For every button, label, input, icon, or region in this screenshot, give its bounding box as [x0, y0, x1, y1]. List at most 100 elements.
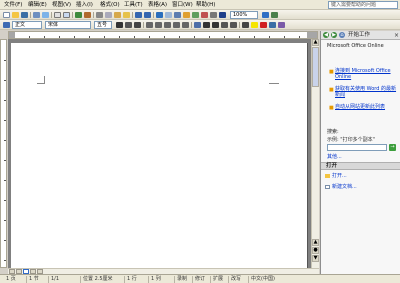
columns-icon[interactable] [192, 12, 199, 18]
status-ext[interactable]: 扩展 [210, 276, 223, 283]
menu-file[interactable]: 文件(F) [4, 1, 22, 9]
new-document-icon[interactable] [3, 12, 10, 18]
hyperlink-icon[interactable] [156, 12, 163, 18]
horizontal-ruler[interactable] [8, 31, 318, 39]
vertical-ruler[interactable] [0, 39, 7, 268]
search-input[interactable] [327, 144, 387, 151]
undo-icon[interactable] [135, 12, 142, 18]
border-icon[interactable] [242, 22, 249, 28]
font-size-select[interactable]: 五号 [94, 21, 112, 29]
new-document-link[interactable]: 新建文档... [325, 184, 357, 190]
scroll-up-icon[interactable]: ▲ [312, 39, 319, 46]
align-center-icon[interactable] [155, 22, 162, 28]
home-icon[interactable]: ⌂ [339, 32, 345, 38]
next-page-icon[interactable]: ▼ [312, 255, 319, 262]
bullet-icon: ■ [329, 69, 334, 75]
drawing-icon[interactable] [201, 12, 208, 18]
read-mode-icon[interactable] [271, 12, 278, 18]
scroll-thumb[interactable] [312, 47, 319, 87]
menu-view[interactable]: 视图(V) [52, 1, 71, 9]
decrease-indent-icon[interactable] [221, 22, 228, 28]
open-folder-icon[interactable] [12, 12, 19, 18]
font-select[interactable]: 宋体 [45, 21, 91, 29]
zoom-select[interactable]: 100% [230, 11, 258, 19]
styles-pane-icon[interactable] [3, 22, 10, 28]
tables-borders-icon[interactable] [165, 12, 172, 18]
news-link[interactable]: 获取有关使用 Word 的最新新闻 [335, 86, 397, 98]
show-hide-icon[interactable] [219, 12, 226, 18]
document-icon [325, 184, 330, 189]
open-document-link[interactable]: 打开... [325, 173, 347, 179]
help-search-input[interactable]: 键入需要帮助的问题 [328, 1, 398, 9]
status-at: 位置 2.5厘米 [80, 276, 113, 283]
menu-bar: 文件(F) 编辑(E) 视图(V) 插入(I) 格式(O) 工具(T) 表格(A… [0, 0, 400, 10]
align-left-icon[interactable] [146, 22, 153, 28]
distributed-icon[interactable] [182, 22, 189, 28]
bold-icon[interactable] [116, 22, 123, 28]
status-rec[interactable]: 录制 [174, 276, 187, 283]
back-icon[interactable]: ◀ [323, 32, 329, 38]
paste-icon[interactable] [114, 12, 121, 18]
browse-object-icon[interactable]: ● [312, 247, 319, 254]
align-right-icon[interactable] [164, 22, 171, 28]
menu-edit[interactable]: 编辑(E) [28, 1, 47, 9]
document-map-icon[interactable] [210, 12, 217, 18]
copy-icon[interactable] [105, 12, 112, 18]
insert-table-icon[interactable] [174, 12, 181, 18]
status-line: 1 行 [124, 276, 137, 283]
italic-icon[interactable] [125, 22, 132, 28]
enclose-characters-icon[interactable] [278, 22, 285, 28]
status-position: 1/1 [48, 276, 59, 283]
formatting-toolbar: 正文 宋体 五号 [0, 20, 400, 30]
cut-icon[interactable] [96, 12, 103, 18]
close-icon[interactable]: × [394, 32, 399, 39]
update-list-link[interactable]: 自动从网站更新此列表 [335, 104, 397, 110]
help-icon[interactable] [262, 12, 269, 18]
document-area [8, 39, 311, 268]
line-spacing-icon[interactable] [194, 22, 201, 28]
document-page[interactable] [11, 43, 308, 268]
justify-icon[interactable] [173, 22, 180, 28]
status-section: 1 节 [26, 276, 39, 283]
task-pane: ◀ ▶ ⌂ 开始工作 × Microsoft Office Online ■ 连… [320, 31, 400, 274]
phonetic-guide-icon[interactable] [269, 22, 276, 28]
research-icon[interactable] [84, 12, 91, 18]
spelling-icon[interactable] [75, 12, 82, 18]
font-color-icon[interactable] [260, 22, 267, 28]
task-pane-title[interactable]: 开始工作 [348, 32, 370, 39]
status-language: 中文(中国) [248, 276, 275, 283]
bullets-icon[interactable] [212, 22, 219, 28]
menu-window[interactable]: 窗口(W) [172, 1, 193, 9]
menu-tools[interactable]: 工具(T) [124, 1, 143, 9]
previous-page-icon[interactable]: ▲ [312, 239, 319, 246]
permission-icon[interactable] [33, 12, 40, 18]
print-preview-icon[interactable] [63, 12, 70, 18]
menu-table[interactable]: 表格(A) [148, 1, 167, 9]
status-ovr[interactable]: 改写 [228, 276, 241, 283]
redo-icon[interactable] [144, 12, 151, 18]
search-label: 搜索: [327, 129, 339, 135]
more-link[interactable]: 其他... [327, 153, 342, 160]
print-icon[interactable] [54, 12, 61, 18]
folder-icon [325, 173, 330, 178]
underline-icon[interactable] [134, 22, 141, 28]
menu-help[interactable]: 帮助(H) [196, 1, 215, 9]
office-online-link[interactable]: 连接到 Microsoft Office Online [335, 68, 397, 80]
vertical-scrollbar[interactable]: ▲ ▲ ● ▼ [311, 39, 319, 268]
status-trk[interactable]: 修订 [192, 276, 205, 283]
email-icon[interactable] [42, 12, 49, 18]
numbering-icon[interactable] [203, 22, 210, 28]
insert-excel-icon[interactable] [183, 12, 190, 18]
go-arrow-icon[interactable]: → [389, 144, 396, 151]
menu-insert[interactable]: 插入(I) [76, 1, 93, 9]
status-page: 1 页 [6, 276, 16, 282]
highlight-icon[interactable] [251, 22, 258, 28]
style-select[interactable]: 正文 [12, 21, 42, 29]
bullet-icon: ■ [329, 87, 334, 93]
format-painter-icon[interactable] [123, 12, 130, 18]
status-column: 1 列 [148, 276, 161, 283]
save-icon[interactable] [21, 12, 28, 18]
increase-indent-icon[interactable] [230, 22, 237, 28]
menu-format[interactable]: 格式(O) [100, 1, 120, 9]
forward-icon[interactable]: ▶ [331, 32, 337, 38]
